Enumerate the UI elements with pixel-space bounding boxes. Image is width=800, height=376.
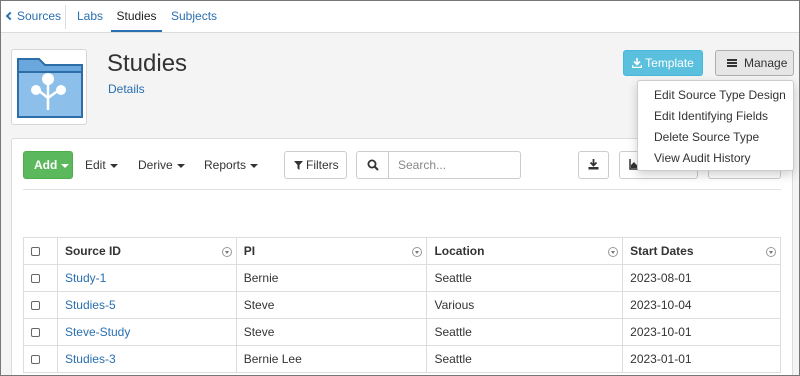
menu-item-view-audit-history[interactable]: View Audit History (638, 148, 793, 169)
column-header-label: Location (434, 244, 485, 258)
edit-menu-button[interactable]: Edit (85, 151, 118, 179)
column-header-location[interactable]: Location (426, 237, 624, 265)
column-menu-icon[interactable] (412, 247, 423, 257)
details-link[interactable]: Details (108, 82, 145, 96)
select-all-checkbox[interactable] (31, 247, 40, 257)
download-icon (631, 58, 643, 69)
back-label: Sources (17, 9, 62, 23)
caret-down-icon (250, 163, 259, 168)
start-date-cell: 2023-01-01 (622, 345, 781, 373)
select-all-cell (23, 237, 58, 265)
row-select-cell (23, 264, 58, 292)
page-title: Studies (107, 50, 188, 77)
studies-table: Source ID PI Location Start Dates Study-… (23, 237, 781, 373)
pi-cell: Bernie Lee (235, 345, 428, 373)
row-select-cell (23, 345, 58, 373)
column-header-label: Source ID (64, 244, 121, 258)
export-button[interactable] (578, 151, 609, 179)
location-cell: Various (426, 291, 624, 319)
menu-item-delete-source-type[interactable]: Delete Source Type (638, 127, 793, 148)
back-to-sources-link[interactable]: Sources (5, 1, 62, 32)
edit-label: Edit (85, 158, 106, 172)
search-button[interactable] (356, 151, 389, 179)
table-header-row: Source ID PI Location Start Dates (23, 237, 781, 265)
filters-label: Filters (306, 158, 339, 172)
column-header-label: Start Dates (630, 244, 694, 258)
location-cell: Seattle (426, 345, 624, 373)
caret-down-icon (176, 163, 185, 168)
study-folder-icon (17, 58, 83, 118)
template-button[interactable]: Template (623, 50, 703, 76)
manage-dropdown-menu: Edit Source Type Design Edit Identifying… (637, 80, 794, 171)
table-row: Study-1 Bernie Seattle 2023-08-01 (23, 264, 781, 292)
tab-studies[interactable]: Studies (111, 1, 162, 32)
manage-button[interactable]: Manage (715, 50, 794, 76)
start-date-cell: 2023-08-01 (622, 264, 781, 292)
chevron-left-icon (5, 11, 15, 21)
source-type-icon-tile (11, 49, 87, 125)
column-menu-icon[interactable] (608, 247, 619, 257)
table-row: Studies-5 Steve Various 2023-10-04 (23, 291, 781, 319)
source-id-link[interactable]: Study-1 (56, 264, 237, 292)
table-row: Steve-Study Steve Seattle 2023-10-01 (23, 318, 781, 346)
source-id-link[interactable]: Steve-Study (56, 318, 237, 346)
top-nav: Sources Labs Studies Subjects (1, 1, 799, 33)
menu-item-edit-identifying-fields[interactable]: Edit Identifying Fields (638, 106, 793, 127)
manage-label: Manage (744, 56, 788, 70)
app-window: Sources Labs Studies Subjects Studies De… (0, 0, 800, 376)
add-button[interactable]: Add (23, 151, 73, 179)
search-input[interactable] (388, 151, 521, 179)
start-date-cell: 2023-10-04 (622, 291, 781, 319)
source-id-link[interactable]: Studies-3 (56, 345, 237, 373)
search-icon (367, 159, 379, 171)
tab-subjects[interactable]: Subjects (171, 1, 217, 32)
row-checkbox[interactable] (31, 328, 40, 338)
tab-labs[interactable]: Labs (77, 1, 103, 32)
column-header-pi[interactable]: PI (235, 237, 428, 265)
row-checkbox[interactable] (31, 274, 40, 284)
caret-down-icon (109, 163, 118, 168)
toolbar-divider (23, 189, 781, 190)
row-checkbox[interactable] (31, 301, 40, 311)
pi-cell: Steve (235, 318, 428, 346)
caret-down-icon (61, 163, 70, 168)
row-checkbox[interactable] (31, 355, 40, 365)
derive-label: Derive (138, 158, 173, 172)
row-select-cell (23, 318, 58, 346)
reports-menu-button[interactable]: Reports (204, 151, 259, 179)
bars-icon (727, 59, 737, 67)
location-cell: Seattle (426, 318, 624, 346)
pi-cell: Steve (235, 291, 428, 319)
export-icon (588, 159, 599, 170)
source-id-link[interactable]: Studies-5 (56, 291, 237, 319)
derive-menu-button[interactable]: Derive (138, 151, 185, 179)
column-header-label: PI (243, 244, 256, 258)
reports-label: Reports (204, 158, 247, 172)
table-row: Studies-3 Bernie Lee Seattle 2023-01-01 (23, 345, 781, 373)
nav-divider (65, 5, 66, 29)
menu-item-edit-source-type-design[interactable]: Edit Source Type Design (638, 85, 793, 106)
filter-icon (294, 161, 303, 170)
row-select-cell (23, 291, 58, 319)
column-menu-icon[interactable] (221, 247, 232, 257)
location-cell: Seattle (426, 264, 624, 292)
column-header-source-id[interactable]: Source ID (56, 237, 237, 265)
start-date-cell: 2023-10-01 (622, 318, 781, 346)
template-label: Template (645, 56, 694, 70)
filters-button[interactable]: Filters (284, 151, 347, 179)
column-header-start-dates[interactable]: Start Dates (622, 237, 781, 265)
column-menu-icon[interactable] (766, 247, 776, 257)
pi-cell: Bernie (235, 264, 428, 292)
add-label: Add (34, 158, 58, 172)
